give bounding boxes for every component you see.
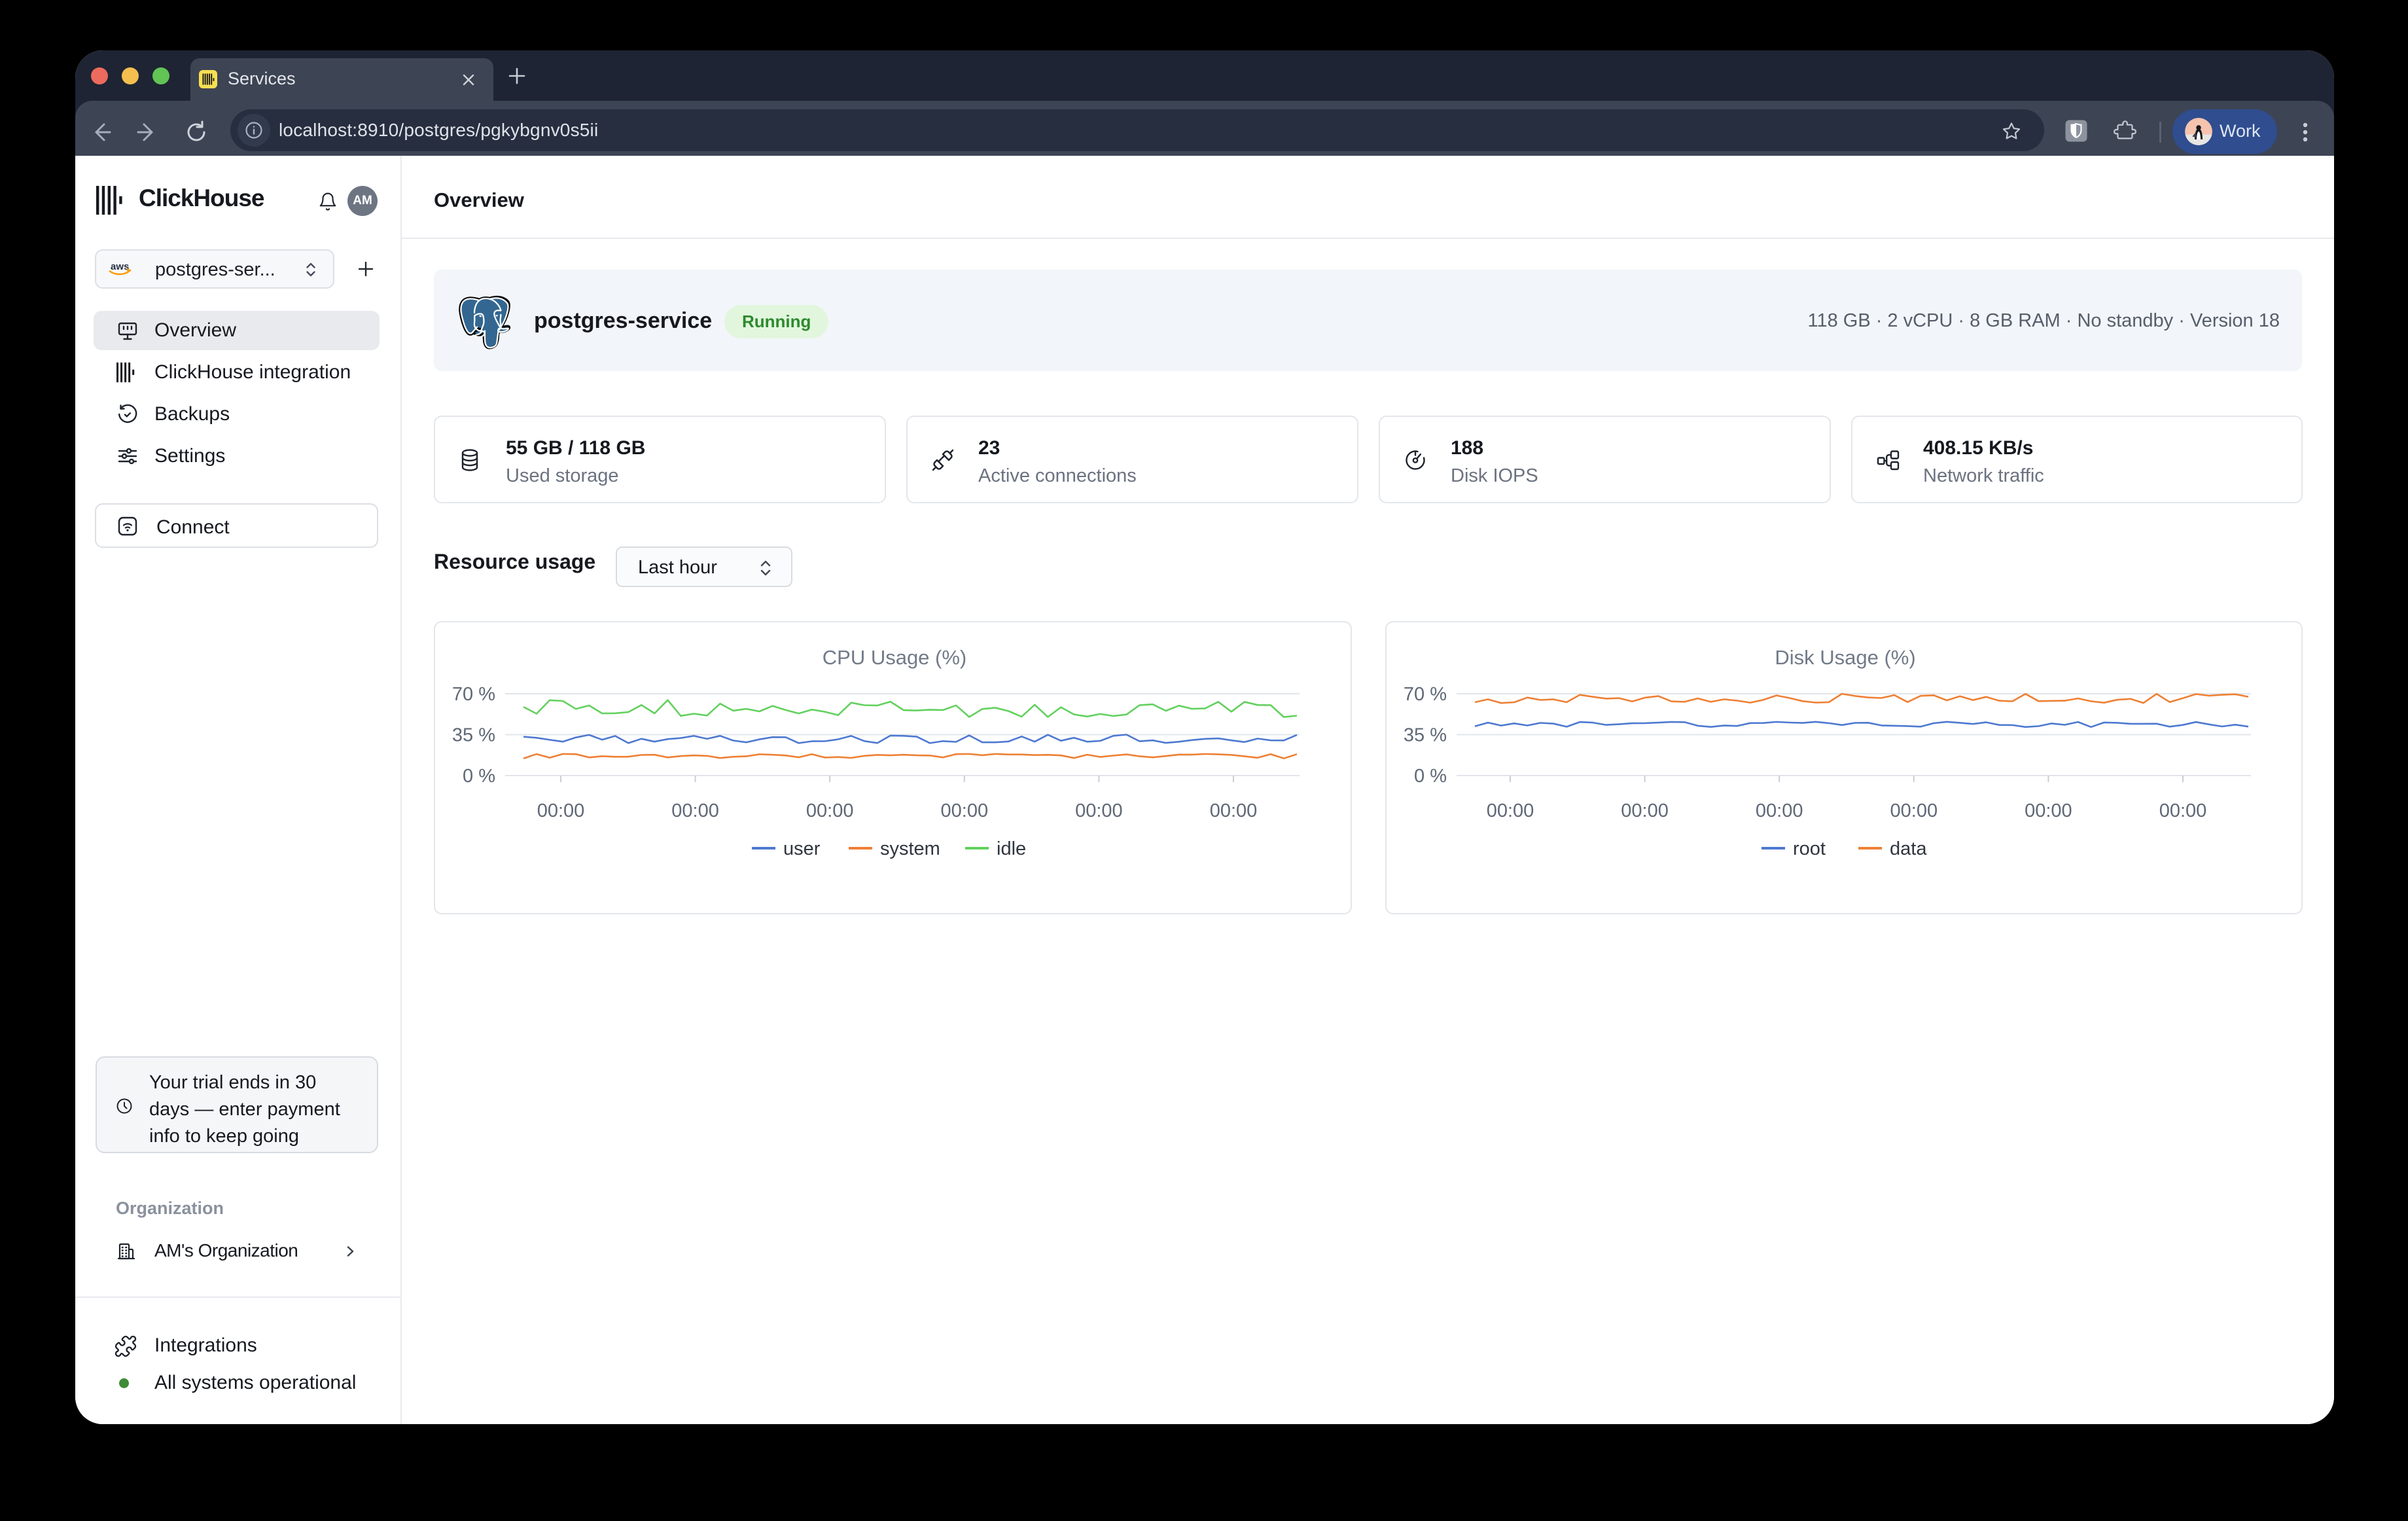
svg-text:00:00: 00:00 — [1756, 800, 1803, 821]
svg-text:00:00: 00:00 — [806, 800, 854, 821]
svg-text:00:00: 00:00 — [941, 800, 989, 821]
svg-text:user: user — [783, 838, 821, 859]
svg-text:data: data — [1890, 838, 1927, 859]
svg-text:00:00: 00:00 — [1487, 800, 1534, 821]
svg-text:00:00: 00:00 — [1210, 800, 1258, 821]
svg-text:aws: aws — [111, 261, 129, 272]
svg-text:00:00: 00:00 — [2025, 800, 2072, 821]
svg-text:70 %: 70 % — [452, 684, 495, 705]
svg-text:root: root — [1793, 838, 1826, 859]
svg-text:0 %: 0 % — [463, 766, 495, 787]
svg-text:00:00: 00:00 — [2159, 800, 2207, 821]
svg-text:idle: idle — [997, 838, 1026, 859]
svg-text:00:00: 00:00 — [537, 800, 585, 821]
svg-text:00:00: 00:00 — [1890, 800, 1938, 821]
svg-text:35 %: 35 % — [1404, 725, 1447, 746]
svg-text:CPU Usage (%): CPU Usage (%) — [823, 646, 967, 669]
svg-text:00:00: 00:00 — [671, 800, 719, 821]
svg-text:00:00: 00:00 — [1075, 800, 1123, 821]
svg-text:0 %: 0 % — [1414, 766, 1447, 787]
svg-text:00:00: 00:00 — [1621, 800, 1669, 821]
svg-text:35 %: 35 % — [452, 725, 495, 746]
svg-text:Disk Usage (%): Disk Usage (%) — [1775, 646, 1915, 669]
svg-text:system: system — [880, 838, 940, 859]
svg-text:70 %: 70 % — [1404, 684, 1447, 705]
